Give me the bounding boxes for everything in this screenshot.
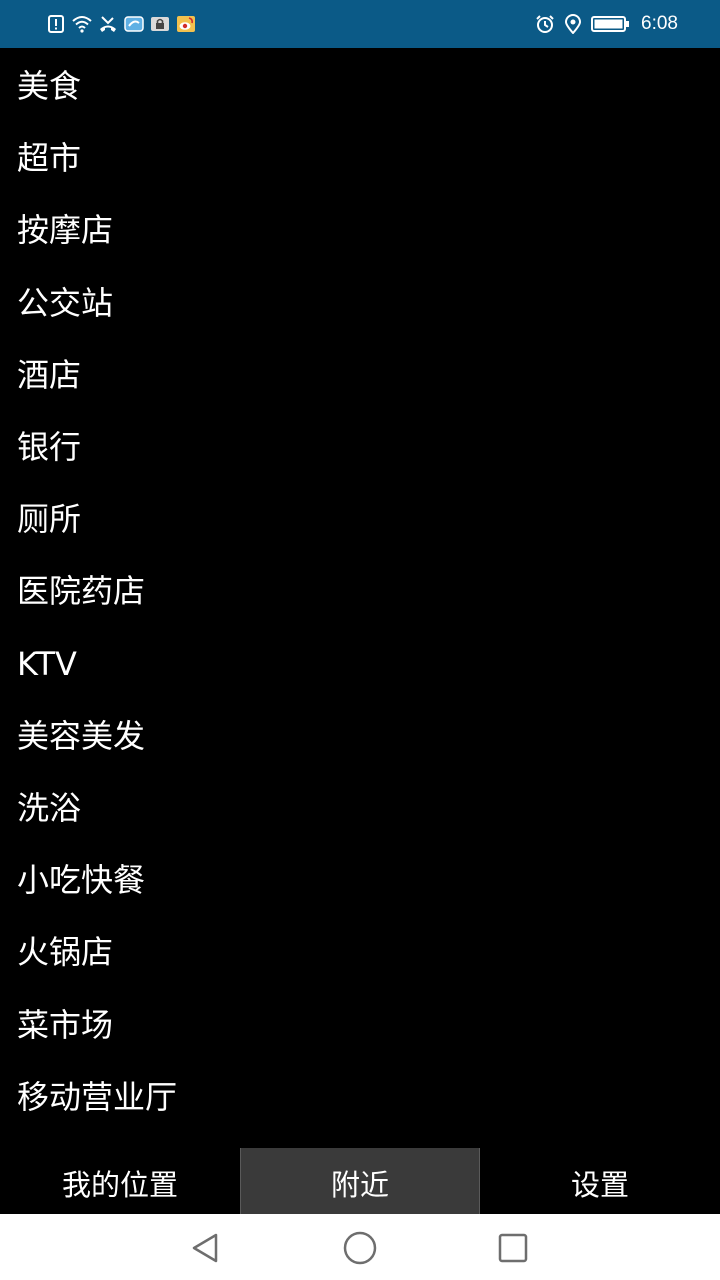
list-item-label: 银行 xyxy=(17,428,82,467)
list-item-toilet[interactable]: 厕所 xyxy=(0,483,720,555)
list-item-label: 公交站 xyxy=(17,283,114,322)
list-item-ktv[interactable]: KTV xyxy=(0,628,720,700)
system-navigation-bar xyxy=(0,1214,720,1280)
missed-call-icon xyxy=(98,14,118,34)
wifi-icon xyxy=(72,14,92,34)
list-item-label: 菜市场 xyxy=(17,1005,114,1044)
tab-nearby[interactable]: 附近 xyxy=(240,1148,480,1214)
recents-button[interactable] xyxy=(493,1228,533,1268)
list-item-label: 超市 xyxy=(17,139,82,178)
status-system-icons: 6:08 xyxy=(535,12,678,36)
list-item-label: KTV xyxy=(17,644,77,683)
list-item-beauty-salon[interactable]: 美容美发 xyxy=(0,700,720,772)
battery-icon xyxy=(591,14,631,34)
list-item-label: 移动营业厅 xyxy=(17,1077,178,1116)
status-time: 6:08 xyxy=(641,13,678,34)
list-item-food[interactable]: 美食 xyxy=(0,50,720,122)
back-button[interactable] xyxy=(186,1228,226,1268)
tab-settings[interactable]: 设置 xyxy=(480,1148,720,1214)
list-item-label: 酒店 xyxy=(17,355,82,394)
recents-icon xyxy=(498,1233,528,1263)
list-item-label: 美食 xyxy=(17,67,82,106)
app-notification-icon xyxy=(124,14,144,34)
list-item-hotel[interactable]: 酒店 xyxy=(0,339,720,411)
tab-label: 设置 xyxy=(570,1168,629,1202)
status-notification-icons xyxy=(46,12,196,36)
list-item-market[interactable]: 菜市场 xyxy=(0,988,720,1060)
home-button[interactable] xyxy=(340,1228,380,1268)
list-item-bank[interactable]: 银行 xyxy=(0,411,720,483)
list-item-label: 医院药店 xyxy=(17,572,146,611)
tab-my-location[interactable]: 我的位置 xyxy=(0,1148,240,1214)
list-item-hotpot[interactable]: 火锅店 xyxy=(0,916,720,988)
list-item-label: 按摩店 xyxy=(17,211,114,250)
status-bar: 6:08 xyxy=(0,0,720,48)
list-item-label: 洗浴 xyxy=(17,788,82,827)
lock-icon xyxy=(150,14,170,34)
list-item-label: 美容美发 xyxy=(17,716,146,755)
list-item-supermarket[interactable]: 超市 xyxy=(0,122,720,194)
list-item-label: 小吃快餐 xyxy=(17,861,146,900)
alert-icon xyxy=(46,14,66,34)
app-screen: 6:08 美食 超市 按摩店 公交站 酒店 银行 厕所 医院药店 KTV 美容美… xyxy=(0,0,720,1280)
list-item-label: 火锅店 xyxy=(17,933,114,972)
list-item-bathhouse[interactable]: 洗浴 xyxy=(0,772,720,844)
tab-label: 我的位置 xyxy=(61,1168,178,1202)
alarm-icon xyxy=(535,14,555,34)
tab-label: 附近 xyxy=(330,1168,389,1202)
list-item-massage[interactable]: 按摩店 xyxy=(0,194,720,266)
list-item-mobile-store[interactable]: 移动营业厅 xyxy=(0,1061,720,1133)
poi-category-list: 美食 超市 按摩店 公交站 酒店 银行 厕所 医院药店 KTV 美容美发 洗浴 … xyxy=(0,50,720,1133)
list-item-hospital-pharmacy[interactable]: 医院药店 xyxy=(0,555,720,627)
location-icon xyxy=(563,14,583,34)
weibo-icon xyxy=(176,14,196,34)
back-icon xyxy=(192,1233,218,1263)
bottom-tab-bar: 我的位置 附近 设置 xyxy=(0,1148,720,1214)
list-item-bus-stop[interactable]: 公交站 xyxy=(0,267,720,339)
home-icon xyxy=(343,1231,377,1265)
list-item-label: 厕所 xyxy=(17,500,82,539)
list-item-snacks-fastfood[interactable]: 小吃快餐 xyxy=(0,844,720,916)
